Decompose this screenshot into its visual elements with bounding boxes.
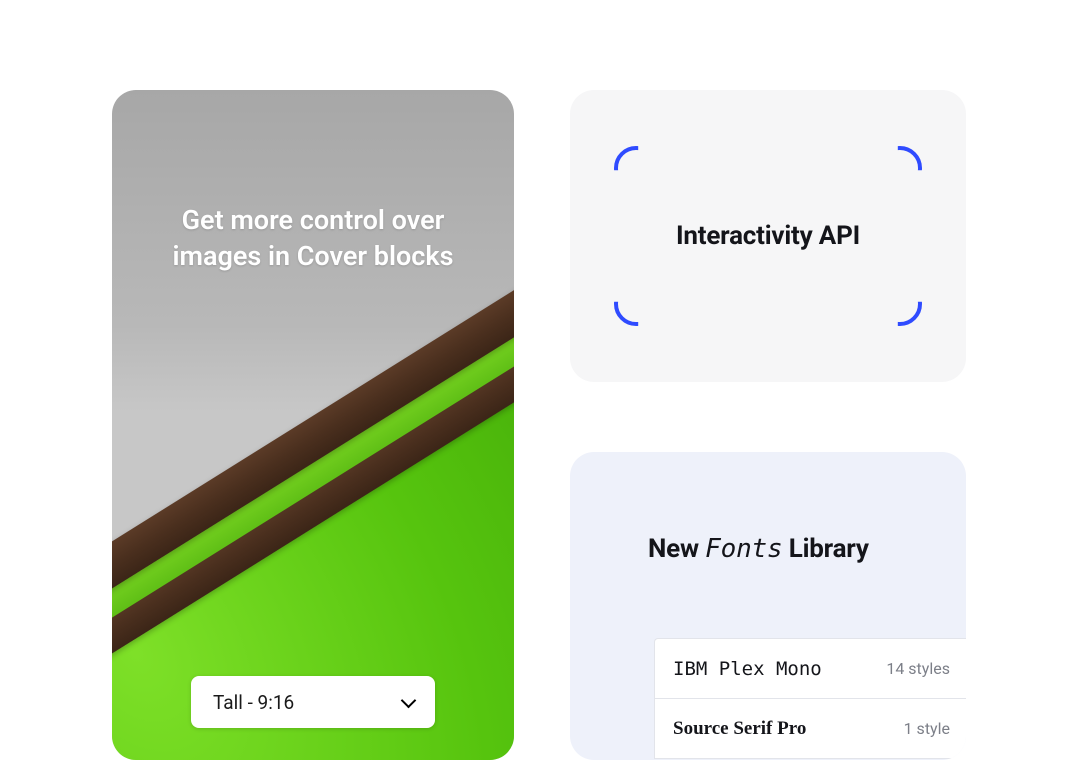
feature-cards-stage: Get more control over images in Cover bl…: [0, 0, 1080, 760]
fonts-title-suffix: Library: [782, 534, 868, 564]
focus-corner-icon: [614, 146, 658, 190]
aspect-ratio-value: Tall - 9:16: [213, 691, 294, 714]
font-style-count: 14 styles: [886, 659, 950, 678]
fonts-title-prefix: New: [648, 534, 705, 564]
aspect-ratio-select[interactable]: Tall - 9:16: [191, 676, 435, 728]
fonts-library-title: New Fonts Library: [648, 534, 869, 564]
font-name: IBM Plex Mono: [673, 658, 822, 680]
focus-corner-icon: [878, 282, 922, 326]
cover-block-heading: Get more control over images in Cover bl…: [112, 202, 514, 275]
font-list-item[interactable]: Source Serif Pro 1 style: [655, 699, 966, 759]
interactivity-api-card: Interactivity API: [570, 90, 966, 382]
interactivity-api-title: Interactivity API: [570, 221, 966, 251]
font-style-count: 1 style: [904, 719, 950, 738]
font-list-item[interactable]: IBM Plex Mono 14 styles: [655, 639, 966, 699]
fonts-library-card: New Fonts Library IBM Plex Mono 14 style…: [570, 452, 966, 760]
chevron-down-icon: [401, 695, 415, 709]
cover-block-card: Get more control over images in Cover bl…: [112, 90, 514, 760]
focus-corner-icon: [614, 282, 658, 326]
font-name: Source Serif Pro: [673, 718, 806, 740]
fonts-title-italic: Fonts: [705, 534, 782, 564]
focus-corner-icon: [878, 146, 922, 190]
font-list: IBM Plex Mono 14 styles Source Serif Pro…: [654, 638, 966, 759]
